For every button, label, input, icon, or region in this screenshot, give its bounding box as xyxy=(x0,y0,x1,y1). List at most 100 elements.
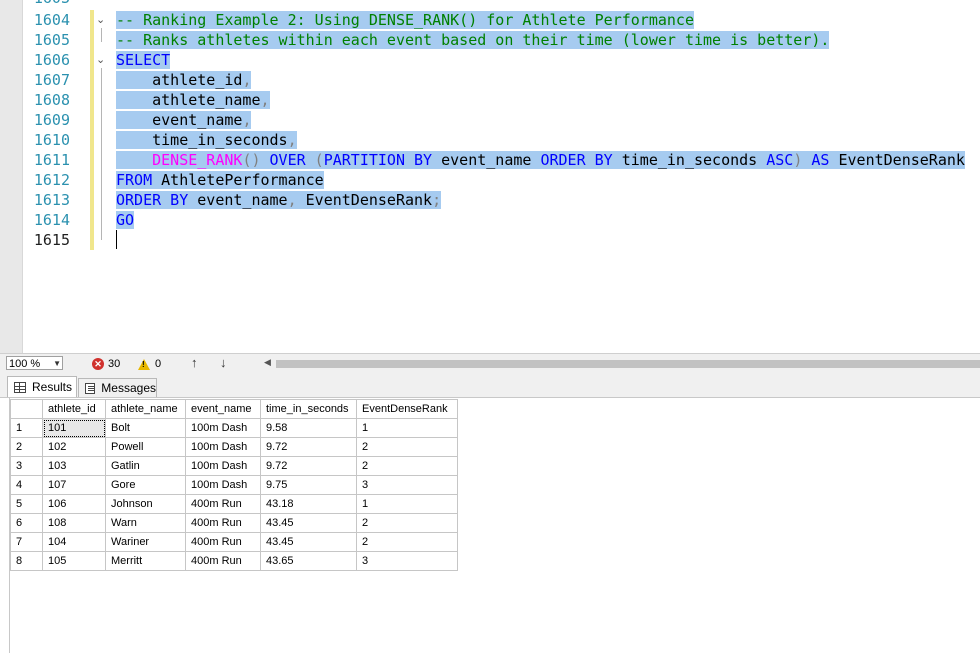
grid-cell[interactable]: 400m Run xyxy=(185,551,261,571)
column-header[interactable]: time_in_seconds xyxy=(260,399,357,419)
results-grid[interactable]: athlete_id athlete_name event_name time_… xyxy=(10,399,458,571)
grid-cell[interactable]: 101 xyxy=(42,418,106,438)
grid-cell[interactable]: Warn xyxy=(105,513,186,533)
grid-cell[interactable]: 100m Dash xyxy=(185,418,261,438)
grid-cell[interactable]: Merritt xyxy=(105,551,186,571)
table-row[interactable]: 1 101 Bolt 100m Dash 9.58 1 xyxy=(10,418,458,438)
grid-cell[interactable]: 2 xyxy=(356,532,458,552)
horizontal-scrollbar[interactable] xyxy=(276,360,980,368)
row-number-cell[interactable]: 5 xyxy=(10,494,43,514)
results-pane[interactable]: athlete_id athlete_name event_name time_… xyxy=(0,397,980,653)
grid-cell[interactable]: 400m Run xyxy=(185,532,261,552)
grid-cell[interactable]: 43.18 xyxy=(260,494,357,514)
code-token: SELECT xyxy=(116,51,171,69)
grid-cell[interactable]: Bolt xyxy=(105,418,186,438)
table-row[interactable]: 8 105 Merritt 400m Run 43.65 3 xyxy=(10,551,458,571)
column-header[interactable]: EventDenseRank xyxy=(356,399,458,419)
grid-cell[interactable]: 9.75 xyxy=(260,475,357,495)
row-number-cell[interactable]: 2 xyxy=(10,437,43,457)
grid-cell[interactable]: 400m Run xyxy=(185,494,261,514)
line-number: 1606 xyxy=(33,51,70,69)
row-number-cell[interactable]: 3 xyxy=(10,456,43,476)
code-line[interactable]: -- Ranks athletes within each event base… xyxy=(116,30,830,50)
code-line[interactable]: DENSE_RANK() OVER (PARTITION BY event_na… xyxy=(116,150,965,170)
grid-cell[interactable]: 1 xyxy=(356,418,458,438)
fold-collapse-icon[interactable]: ⌄ xyxy=(96,10,106,30)
table-row[interactable]: 5 106 Johnson 400m Run 43.18 1 xyxy=(10,494,458,514)
grid-cell[interactable]: 100m Dash xyxy=(185,456,261,476)
grid-cell[interactable]: 9.72 xyxy=(260,456,357,476)
row-number-cell[interactable]: 6 xyxy=(10,513,43,533)
code-token: event_name xyxy=(432,151,541,169)
code-token: event_name xyxy=(188,191,288,209)
grid-cell[interactable]: 9.58 xyxy=(260,418,357,438)
row-number-cell[interactable]: 1 xyxy=(10,418,43,438)
warning-count-indicator[interactable]: 0 xyxy=(138,357,161,371)
grid-cell[interactable]: 102 xyxy=(42,437,106,457)
code-token: -- Ranking Example 2: Using DENSE_RANK()… xyxy=(116,11,694,29)
grid-cell[interactable]: Gore xyxy=(105,475,186,495)
code-line[interactable]: athlete_id, xyxy=(116,70,252,90)
code-token: () xyxy=(242,151,270,169)
grid-cell[interactable]: 100m Dash xyxy=(185,437,261,457)
grid-cell[interactable]: Powell xyxy=(105,437,186,457)
tab-messages[interactable]: Messages xyxy=(78,378,157,397)
column-header[interactable]: event_name xyxy=(185,399,261,419)
grid-cell[interactable]: 9.72 xyxy=(260,437,357,457)
code-line[interactable]: time_in_seconds, xyxy=(116,130,297,150)
code-line[interactable]: SELECT xyxy=(116,50,171,70)
code-line[interactable]: ORDER BY event_name, EventDenseRank; xyxy=(116,190,442,210)
grid-cell[interactable]: 104 xyxy=(42,532,106,552)
grid-cell[interactable]: 3 xyxy=(356,475,458,495)
error-count: 30 xyxy=(108,358,121,370)
grid-cell[interactable]: 43.45 xyxy=(260,532,357,552)
grid-cell[interactable]: Johnson xyxy=(105,494,186,514)
tab-results[interactable]: Results xyxy=(7,376,77,398)
scroll-left-icon[interactable]: ◀ xyxy=(264,357,271,368)
column-header[interactable]: athlete_id xyxy=(42,399,106,419)
code-token: athlete_name xyxy=(152,91,261,109)
row-number-cell[interactable]: 8 xyxy=(10,551,43,571)
table-row[interactable]: 3 103 Gatlin 100m Dash 9.72 2 xyxy=(10,456,458,476)
table-row[interactable]: 7 104 Wariner 400m Run 43.45 2 xyxy=(10,532,458,552)
grid-cell[interactable]: 2 xyxy=(356,437,458,457)
table-row[interactable]: 4 107 Gore 100m Dash 9.75 3 xyxy=(10,475,458,495)
row-number-cell[interactable]: 7 xyxy=(10,532,43,552)
error-count-indicator[interactable]: ✕ 30 xyxy=(92,357,120,371)
grid-cell[interactable]: 100m Dash xyxy=(185,475,261,495)
code-line[interactable]: athlete_name, xyxy=(116,90,270,110)
code-line[interactable]: event_name, xyxy=(116,110,252,130)
grid-cell[interactable]: 2 xyxy=(356,456,458,476)
grid-cell[interactable]: Wariner xyxy=(105,532,186,552)
code-token: , xyxy=(287,131,297,149)
table-row[interactable]: 6 108 Warn 400m Run 43.45 2 xyxy=(10,513,458,533)
fold-collapse-icon[interactable]: ⌄ xyxy=(96,50,106,70)
code-line[interactable]: FROM AthletePerformance xyxy=(116,170,324,190)
table-row[interactable]: 2 102 Powell 100m Dash 9.72 2 xyxy=(10,437,458,457)
grid-cell[interactable]: 400m Run xyxy=(185,513,261,533)
grid-cell[interactable]: 43.65 xyxy=(260,551,357,571)
grid-cell[interactable]: 107 xyxy=(42,475,106,495)
line-number: 1612 xyxy=(33,171,70,189)
arrow-down-icon[interactable]: ↓ xyxy=(220,355,227,370)
code-token: ORDER BY xyxy=(540,151,613,169)
grid-cell[interactable]: 103 xyxy=(42,456,106,476)
code-token: , xyxy=(242,111,252,129)
row-number-header[interactable] xyxy=(10,399,43,419)
grid-cell[interactable]: 108 xyxy=(42,513,106,533)
sql-editor[interactable]: 1603 1604 1605 1606 1607 1608 1609 1610 1611 1612… xyxy=(0,0,980,353)
code-line[interactable]: GO xyxy=(116,210,135,230)
grid-cell[interactable]: Gatlin xyxy=(105,456,186,476)
grid-cell[interactable]: 3 xyxy=(356,551,458,571)
grid-cell[interactable]: 1 xyxy=(356,494,458,514)
grid-cell[interactable]: 43.45 xyxy=(260,513,357,533)
column-header[interactable]: athlete_name xyxy=(105,399,186,419)
arrow-up-icon[interactable]: ↑ xyxy=(191,355,198,370)
grid-cell[interactable]: 2 xyxy=(356,513,458,533)
code-line[interactable]: -- Ranking Example 2: Using DENSE_RANK()… xyxy=(116,10,694,30)
row-number-cell[interactable]: 4 xyxy=(10,475,43,495)
grid-cell[interactable]: 105 xyxy=(42,551,106,571)
zoom-dropdown[interactable]: 100 % ▼ xyxy=(6,356,63,370)
grid-cell[interactable]: 106 xyxy=(42,494,106,514)
error-icon: ✕ xyxy=(92,358,104,370)
